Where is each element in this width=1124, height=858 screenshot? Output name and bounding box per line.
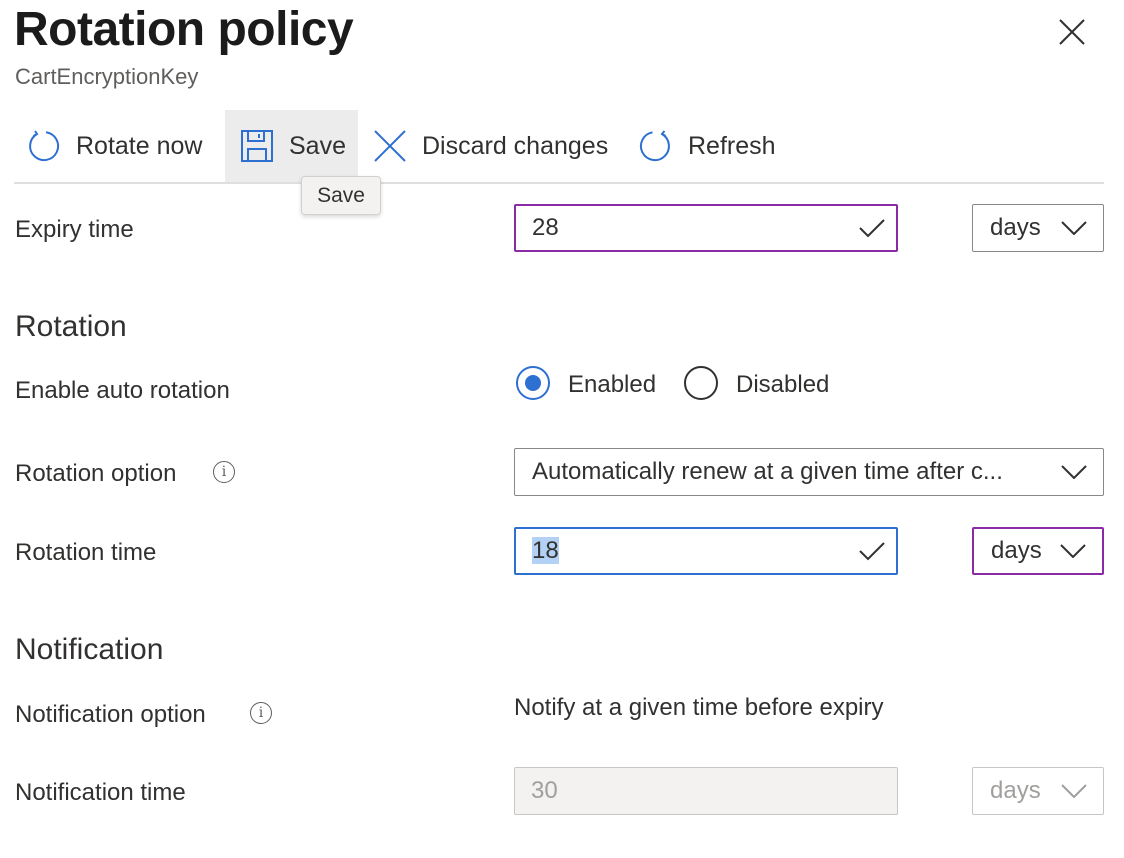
radio-disabled-label[interactable]: Disabled <box>736 371 829 399</box>
rotate-now-button[interactable]: Rotate now <box>26 110 202 182</box>
discard-changes-label: Discard changes <box>422 131 609 160</box>
chevron-down-icon <box>1061 465 1087 479</box>
save-icon <box>241 130 273 162</box>
expiry-time-input[interactable]: 28 <box>514 204 898 252</box>
info-icon[interactable]: i <box>250 702 272 724</box>
expiry-time-label: Expiry time <box>15 216 134 243</box>
chevron-down-icon <box>1061 221 1087 235</box>
checkmark-icon <box>859 542 885 561</box>
notification-option-value: Notify at a given time before expiry <box>514 694 884 721</box>
refresh-button[interactable]: Refresh <box>638 110 776 182</box>
rotation-time-value: 18 <box>532 537 559 564</box>
discard-changes-button[interactable]: Discard changes <box>372 110 608 182</box>
info-icon[interactable]: i <box>213 461 235 483</box>
rotation-option-dropdown[interactable]: Automatically renew at a given time afte… <box>514 448 1104 496</box>
chevron-down-icon <box>1061 784 1087 798</box>
expiry-unit-value: days <box>990 214 1041 241</box>
rotation-unit-value: days <box>991 537 1042 564</box>
refresh-label: Refresh <box>688 131 776 160</box>
save-tooltip: Save <box>301 176 381 215</box>
notification-heading: Notification <box>15 633 164 666</box>
expiry-unit-dropdown[interactable]: days <box>972 204 1104 252</box>
notification-unit-dropdown: days <box>972 767 1104 815</box>
enable-auto-rotation-label: Enable auto rotation <box>15 377 230 404</box>
close-icon[interactable] <box>1054 14 1090 50</box>
expiry-time-value: 28 <box>532 214 559 241</box>
rotation-time-input[interactable]: 18 <box>514 527 898 575</box>
page-subtitle: CartEncryptionKey <box>15 64 199 89</box>
save-label: Save <box>289 131 346 160</box>
notification-unit-value: days <box>990 777 1041 804</box>
rotate-icon <box>29 130 60 162</box>
rotation-option-label: Rotation option <box>15 460 177 487</box>
radio-enabled[interactable] <box>516 366 550 400</box>
radio-disabled[interactable] <box>684 366 718 400</box>
rotate-now-label: Rotate now <box>76 131 203 160</box>
checkmark-icon <box>859 219 885 238</box>
notification-option-label: Notification option <box>15 701 206 728</box>
refresh-icon <box>640 130 670 162</box>
discard-icon <box>374 130 406 162</box>
notification-time-input: 30 <box>514 767 898 815</box>
page-title: Rotation policy <box>14 3 354 56</box>
rotation-unit-dropdown[interactable]: days <box>972 527 1104 575</box>
chevron-down-icon <box>1060 544 1086 558</box>
radio-selected-dot <box>525 375 541 391</box>
save-button[interactable]: Save <box>225 110 358 182</box>
notification-time-label: Notification time <box>15 779 186 806</box>
rotation-option-value: Automatically renew at a given time afte… <box>532 458 1003 485</box>
toolbar-divider <box>14 182 1104 184</box>
notification-time-value: 30 <box>531 777 558 804</box>
rotation-heading: Rotation <box>15 310 127 343</box>
radio-enabled-label[interactable]: Enabled <box>568 371 656 399</box>
rotation-time-label: Rotation time <box>15 539 157 566</box>
